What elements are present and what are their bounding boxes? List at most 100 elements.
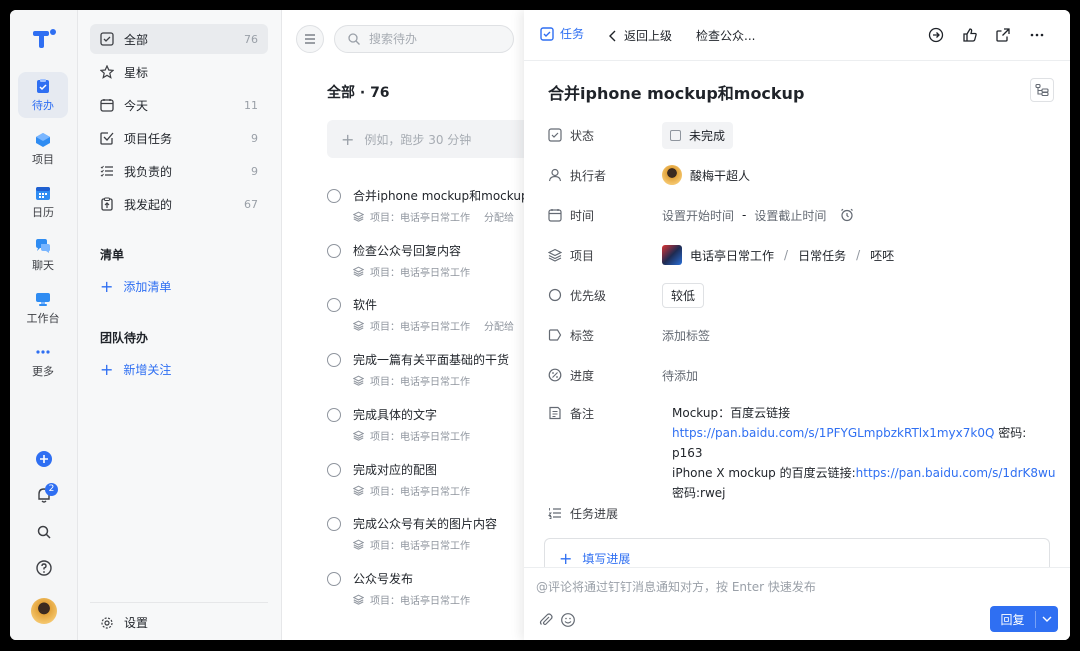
add-list-button[interactable]: + 添加清单 [100,278,171,295]
search-box[interactable] [334,25,514,53]
project-name[interactable]: 电话亭日常工作 [690,247,774,264]
set-due-time[interactable]: 设置截止时间 [754,207,826,224]
task-title: 软件 [353,298,378,313]
nav-item-today[interactable]: 今天 11 [90,90,268,120]
comment-input[interactable] [536,580,1036,594]
add-circle-icon[interactable] [34,449,54,469]
add-follow-label: 新增关注 [123,363,172,377]
rail-item-todo[interactable]: 待办 [18,72,68,118]
task-project: 项目：电话亭日常工作 [370,267,470,279]
external-link-icon[interactable] [995,27,1011,43]
breadcrumb-parent-task[interactable]: 检查公众... [696,27,755,44]
attachment-icon[interactable] [538,612,554,628]
task-row[interactable]: 合并iphone mockup和mockup 项目：电话亭日常工作 分配给 [327,187,534,233]
assignee-picker[interactable]: 酸梅干超人 [662,165,750,185]
rail-item-more[interactable]: 更多 [18,338,68,384]
task-complete-radio[interactable] [327,353,341,368]
add-tag-button[interactable]: 添加标签 [662,327,710,344]
task-meta: 项目：电话亭日常工作 [353,592,470,607]
alarm-clock-icon[interactable] [840,208,854,222]
circle-icon [548,288,562,302]
set-start-time[interactable]: 设置开始时间 [662,207,734,224]
priority-selector[interactable]: 较低 [662,282,705,308]
status-toggle[interactable]: 未完成 [662,121,734,149]
task-project: 项目：电话亭日常工作 [370,322,470,334]
task-meta: 项目：电话亭日常工作 [353,537,470,552]
task-title: 完成对应的配图 [353,462,438,477]
outline-icon [1035,83,1049,97]
nav-item-count: 11 [244,98,258,112]
nav-divider [90,602,268,603]
task-complete-radio[interactable] [327,462,341,477]
rail-item-project[interactable]: 项目 [18,126,68,172]
list-numbered-icon [548,508,561,519]
task-row[interactable]: 软件 项目：电话亭日常工作 分配给 [327,296,534,342]
note-link[interactable]: https://pan.baidu.com/s/1drK8wu [856,466,1056,480]
notification-bell[interactable]: 2 [34,483,58,505]
rail-item-label: 日历 [32,206,54,219]
more-icon[interactable] [1029,27,1045,43]
settings-button[interactable]: 设置 [100,614,148,631]
task-type-tag[interactable]: 任务 [540,25,584,42]
task-row[interactable]: 完成公众号有关的图片内容 项目：电话亭日常工作 [327,515,534,561]
project-stage[interactable]: 呸呸 [870,247,894,264]
project-group[interactable]: 日常任务 [798,247,846,264]
emoji-icon[interactable] [560,612,576,628]
more-icon [36,350,50,354]
task-complete-radio[interactable] [327,407,341,422]
calendar-icon [100,99,114,112]
task-title[interactable]: 合并iphone mockup和mockup [548,80,804,104]
field-assignee: 执行者 酸梅干超人 [548,161,1048,189]
field-label: 标签 [570,328,595,343]
search-icon [348,33,360,45]
task-list-panel: 全部 · 76 + 例如，跑步 30 分钟 合并iphone mockup和mo… [282,10,537,640]
rail-item-calendar[interactable]: 日历 [18,179,68,225]
rail-item-label: 更多 [32,365,54,378]
nav-item-starred[interactable]: 星标 [90,57,268,87]
task-complete-radio[interactable] [327,571,341,586]
task-complete-radio[interactable] [327,298,341,313]
task-row[interactable]: 完成一篇有关平面基础的干货 项目：电话亭日常工作 [327,351,534,397]
help-icon[interactable] [34,558,54,578]
quick-add-placeholder: 例如，跑步 30 分钟 [364,132,472,147]
reply-button[interactable]: 回复 [990,606,1058,632]
rail-item-chat[interactable]: 聊天 [18,232,68,278]
add-follow-button[interactable]: + 新增关注 [100,361,171,378]
reply-dropdown[interactable] [1036,612,1058,626]
quick-add-input[interactable]: + 例如，跑步 30 分钟 [327,120,537,158]
task-row[interactable]: 公众号发布 项目：电话亭日常工作 [327,570,534,616]
notes-content[interactable]: Mockup：百度云链接 https://pan.baidu.com/s/1PF… [672,403,1055,503]
field-label: 优先级 [570,288,607,303]
nav-item-all[interactable]: 全部 76 [90,24,268,54]
search-input[interactable] [369,32,499,46]
menu-toggle-button[interactable] [296,25,324,53]
search-icon[interactable] [34,522,54,542]
task-complete-radio[interactable] [327,517,341,532]
task-meta: 项目：电话亭日常工作 [353,483,470,498]
arrow-right-circle-icon[interactable] [928,27,944,43]
task-assign: 分配给 [484,213,514,224]
user-avatar[interactable] [31,598,57,624]
field-label: 时间 [570,208,595,223]
outline-view-button[interactable] [1030,78,1054,102]
task-project: 项目：电话亭日常工作 [370,486,470,498]
thumbs-up-icon[interactable] [962,27,978,43]
nav-item-project-tasks[interactable]: 项目任务 9 [90,123,268,153]
task-row[interactable]: 完成对应的配图项目：电话亭日常工作 [327,461,534,507]
nav-item-created-by-me[interactable]: 我发起的 67 [90,189,268,219]
star-icon [100,65,114,79]
add-progress-value[interactable]: 待添加 [662,367,698,384]
nav-item-assigned-to-me[interactable]: 我负责的 9 [90,156,268,186]
task-row[interactable]: 完成具体的文字 项目：电话亭日常工作 [327,406,534,452]
task-complete-radio[interactable] [327,189,341,203]
rail-item-workbench[interactable]: 工作台 [18,285,68,331]
percent-icon [548,368,562,382]
nav-item-label: 项目任务 [124,131,173,146]
task-complete-radio[interactable] [327,243,341,258]
task-title: 检查公众号回复内容 [353,243,462,258]
note-link[interactable]: https://pan.baidu.com/s/1PFYGLmpbzkRTlx1… [672,426,994,440]
task-title: 完成一篇有关平面基础的干货 [353,353,510,368]
back-to-parent-button[interactable]: 返回上级 [608,27,672,44]
task-row[interactable]: 检查公众号回复内容项目：电话亭日常工作 [327,242,534,288]
comment-composer: 回复 [524,567,1070,640]
